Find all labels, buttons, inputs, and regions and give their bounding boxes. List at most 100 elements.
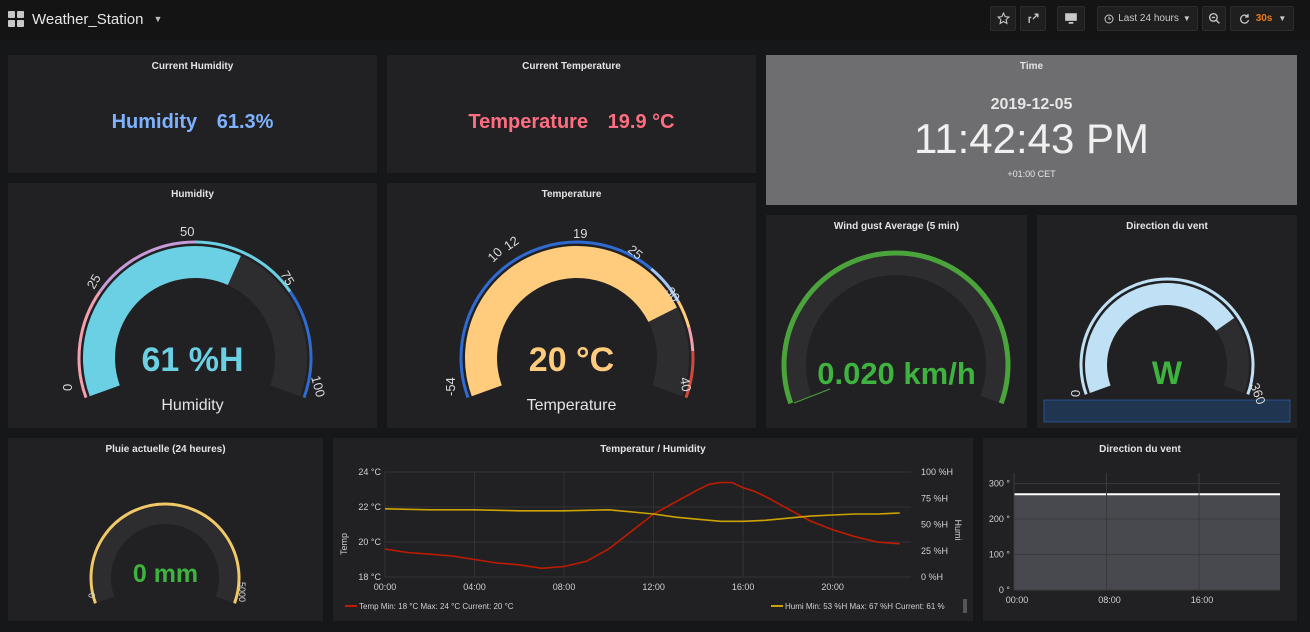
- x-tick: 20:00: [821, 582, 844, 592]
- legend-scrollbar[interactable]: [963, 599, 967, 613]
- x-tick: 16:00: [1191, 595, 1214, 605]
- chart-grid: [384, 471, 911, 578]
- panel-title: Current Humidity: [151, 61, 234, 72]
- x-tick: 16:00: [732, 582, 755, 592]
- x-tick: 00:00: [1006, 595, 1029, 605]
- temp-humidity-chart: 18 °C 20 °C 22 °C 24 °C 0 %H 25 %H 50 %H 75 %H 1…: [339, 467, 967, 613]
- legend-temp[interactable]: Temp Min: 18 °C Max: 24 °C Current: 20 °…: [359, 602, 514, 611]
- wind-gust-panel: Wind gust Average (5 min) 0.020 km/h: [766, 215, 1027, 428]
- gauge-value: 61 %H: [141, 341, 244, 379]
- series-line-humi: [384, 508, 900, 523]
- current-temperature-stat: Temperature 19.9 °C: [387, 111, 756, 134]
- humidity-gauge-panel: Humidity 0 25 50 75 100 61 %H Humidity: [8, 183, 377, 428]
- time-range-label: Last 24 hours: [1118, 13, 1179, 24]
- time-panel: Time 2019-12-05 11:42:43 PM +01:00 CET: [766, 55, 1297, 205]
- rain-panel: Pluie actuelle (24 heures) 0 5000 0 mm: [8, 438, 323, 621]
- dashboard-picker[interactable]: Weather_Station ▼: [8, 9, 162, 29]
- chevron-down-icon: ▼: [153, 14, 163, 24]
- clock-icon: [1104, 14, 1114, 23]
- gauge-tick: -54: [443, 377, 458, 396]
- temperature-gauge-panel: Temperature -54 10 12 19 25 30 40 20 °C …: [387, 183, 756, 428]
- wind-direction-chart: 0 ° 100 ° 200 ° 300 ° 00:00 08:00 16:00: [989, 473, 1280, 605]
- current-temperature-panel: Current Temperature Temperature 19.9 °C: [387, 55, 756, 173]
- gauge-value: 0.020 km/h: [817, 356, 976, 391]
- stat-value: 19.9 °C: [607, 111, 675, 133]
- y-tick-right: 25 %H: [921, 546, 948, 556]
- gauge-value: 0 mm: [132, 560, 199, 588]
- y-tick-right: 50 %H: [921, 520, 948, 530]
- humidity-gauge: 0 25 50 75 100: [60, 224, 328, 399]
- refresh-icon: [1239, 13, 1249, 24]
- zoom-out-button[interactable]: [1202, 6, 1226, 31]
- legend-swatch-humi[interactable]: [771, 605, 783, 607]
- legend-swatch-temp[interactable]: [345, 605, 357, 607]
- wind-direction-gauge-panel: Direction du vent 0 360 W: [1037, 215, 1297, 428]
- chevron-down-icon: ▼: [1182, 14, 1191, 23]
- legend-humi[interactable]: Humi Min: 53 %H Max: 67 %H Current: 61 %: [785, 602, 945, 611]
- gauge-tick: 75: [277, 268, 297, 288]
- clock-date: 2019-12-05: [990, 96, 1073, 113]
- wind-gust-gauge: [781, 250, 1011, 405]
- y-tick: 200 °: [989, 514, 1011, 524]
- wind-direction-chart-panel: Direction du vent 0 ° 100 ° 200 ° 300 ° 00:0…: [983, 438, 1297, 621]
- y-tick-left: 24 °C: [358, 467, 381, 477]
- stat-value: 61.3%: [216, 111, 274, 133]
- stat-label: Temperature: [468, 111, 589, 133]
- panel-title: Current Temperature: [522, 61, 621, 72]
- temperature-gauge: -54 10 12 19 25 30 40: [443, 226, 695, 399]
- share-button[interactable]: [1020, 6, 1046, 31]
- clock-timezone: +01:00 CET: [1007, 169, 1056, 179]
- tv-mode-button[interactable]: [1057, 6, 1085, 31]
- top-bar: Weather_Station ▼ Last 24 hours ▼ 30s ▼: [0, 0, 1310, 40]
- clock-time: 11:42:43 PM: [913, 115, 1150, 162]
- time-range-picker[interactable]: Last 24 hours ▼: [1097, 6, 1198, 31]
- y-tick-right: 0 %H: [921, 572, 943, 582]
- star-icon: [996, 12, 1010, 25]
- y-tick-right: 75 %H: [921, 493, 948, 503]
- star-button[interactable]: [990, 6, 1016, 31]
- current-humidity-stat: Humidity 61.3%: [8, 111, 377, 134]
- dashboard-grid-icon: [8, 11, 24, 27]
- y-tick: 0 °: [999, 585, 1011, 595]
- y-tick-right: 100 %H: [921, 467, 953, 477]
- dashboard-title: Weather_Station: [32, 10, 144, 28]
- gauge-tick: 50: [180, 224, 194, 239]
- current-humidity-panel: Current Humidity Humidity 61.3%: [8, 55, 377, 173]
- gauge-label: Humidity: [161, 397, 224, 414]
- wind-direction-gauge: 0 360: [1043, 277, 1291, 423]
- y-tick-left: 18 °C: [358, 572, 381, 582]
- gauge-value: 20 °C: [528, 341, 615, 379]
- gauge-tick: 0: [87, 593, 97, 598]
- y-tick: 100 °: [989, 550, 1011, 560]
- stat-label: Humidity: [111, 111, 198, 133]
- chevron-down-icon: ▼: [1278, 14, 1287, 23]
- gauge-tick: 0: [60, 384, 75, 391]
- x-tick: 12:00: [642, 582, 665, 592]
- series-line-temp: [384, 481, 900, 570]
- chart-ticks: 18 °C 20 °C 22 °C 24 °C 0 %H 25 %H 50 %H 75 %H 1…: [358, 467, 953, 592]
- x-tick: 00:00: [374, 582, 397, 592]
- gauge-tick: 10: [485, 244, 506, 265]
- chart-area: [1014, 493, 1280, 590]
- gauge-label: Temperature: [526, 397, 617, 414]
- monitor-icon: [1065, 13, 1077, 24]
- refresh-button[interactable]: 30s ▼: [1230, 6, 1294, 31]
- gauge-background-band: [1043, 399, 1291, 423]
- y-tick-left: 22 °C: [358, 502, 381, 512]
- zoom-out-icon: [1208, 12, 1220, 24]
- y-axis-title-right: Humi: [953, 519, 963, 540]
- y-axis-title-left: Temp: [339, 533, 349, 555]
- gauge-tick: 19: [573, 226, 587, 241]
- x-tick: 04:00: [463, 582, 486, 592]
- chart-series: [384, 481, 900, 570]
- x-tick: 08:00: [553, 582, 576, 592]
- series-area: [1014, 494, 1280, 590]
- temp-humidity-chart-panel: Temperatur / Humidity 18 °C 20 °C 22 °C 24 …: [333, 438, 973, 621]
- rain-gauge: 0 5000: [87, 502, 247, 604]
- gauge-tick: 12: [501, 233, 521, 254]
- share-icon: [1027, 13, 1039, 23]
- refresh-interval: 30s: [1255, 13, 1273, 24]
- panel-title: Time: [1019, 61, 1044, 72]
- x-tick: 08:00: [1098, 595, 1121, 605]
- gauge-value: W: [1151, 355, 1183, 391]
